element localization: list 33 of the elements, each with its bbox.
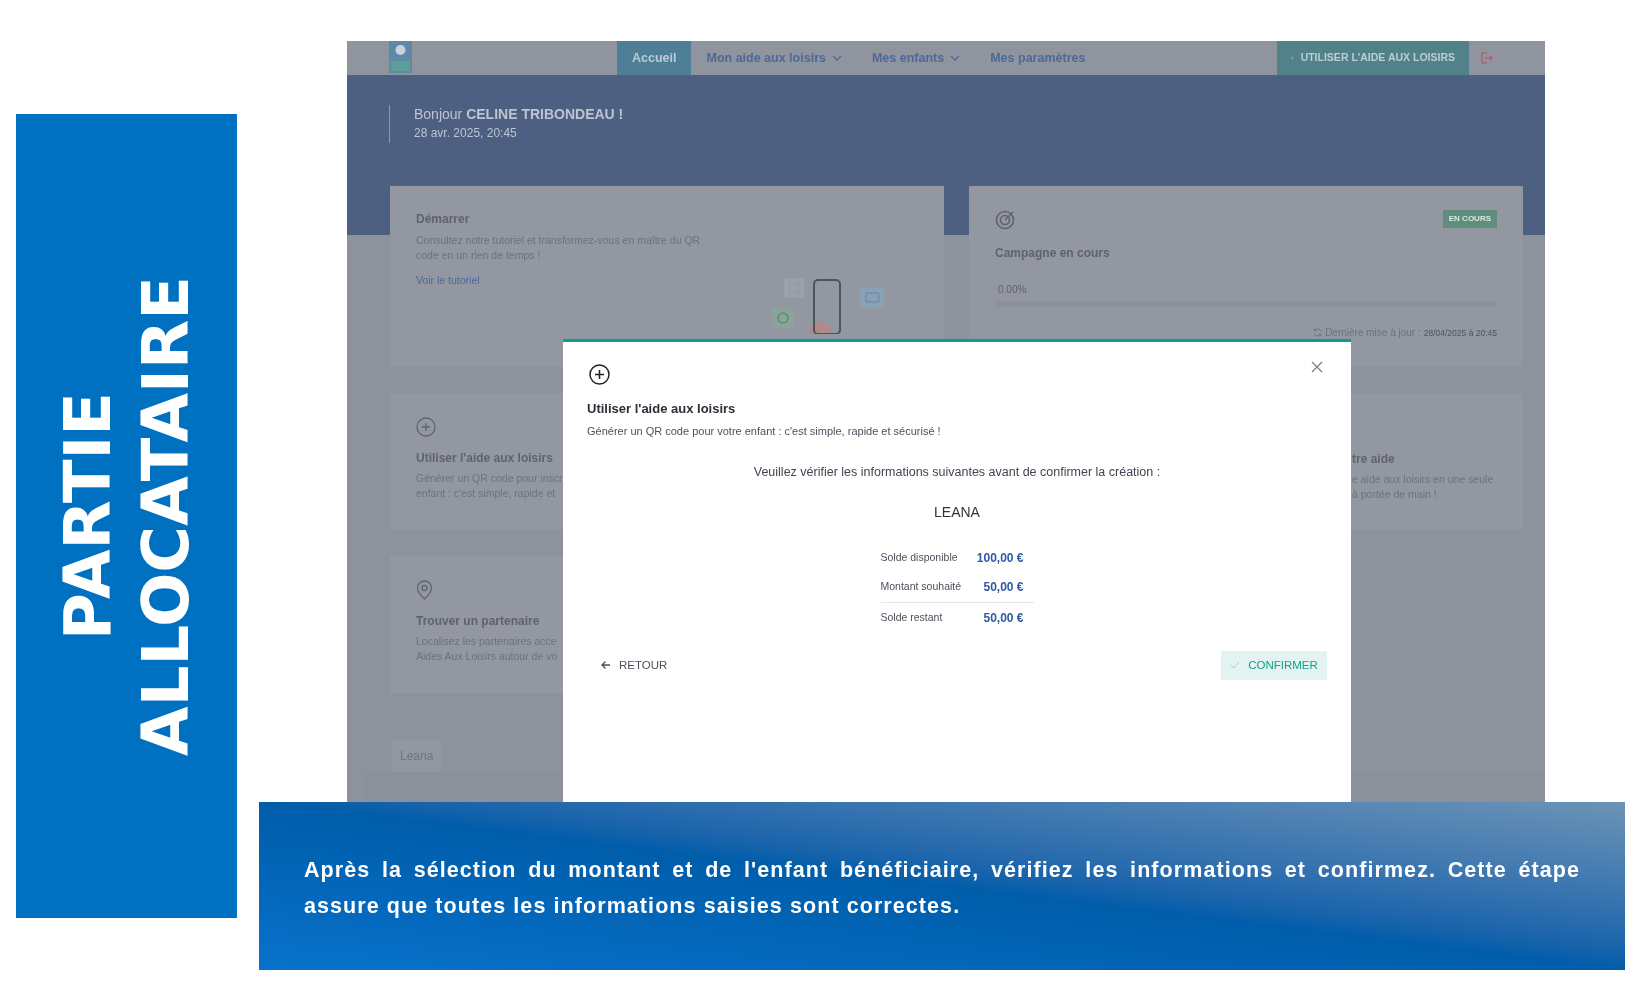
logo-icon (389, 41, 412, 73)
confirm-button[interactable]: CONFIRMER (1221, 650, 1327, 680)
row-label: Montant souhaité (880, 579, 962, 595)
close-icon[interactable] (1311, 361, 1323, 373)
caption-text: Après la sélection du montant et de l'enfant bénéficiaire, vérifiez les informations et confirmez. Cette étape assure que toutes les informations saisies sont correctes. (304, 857, 1580, 920)
use-aid-button[interactable]: UTILISER L'AIDE AUX LOISIRS (1277, 41, 1469, 75)
target-icon (995, 210, 1015, 230)
update-timestamp: 28/04/2025 à 20:45 (1423, 327, 1497, 340)
check-icon (1230, 661, 1241, 670)
refresh-icon (1313, 328, 1323, 337)
side-title: PARTIE ALLOCATAIRE (49, 275, 204, 758)
chevron-down-icon (950, 55, 961, 61)
row-value: 100,00 € (976, 549, 1024, 567)
tutorial-link[interactable]: Voir le tutoriel (416, 273, 918, 289)
row-value: 50,00 € (983, 609, 1024, 627)
chevron-down-icon (831, 55, 842, 61)
map-pin-icon (416, 580, 433, 600)
greeting-date: 28 avr. 2025, 20:45 (414, 125, 518, 142)
arrow-left-icon (601, 660, 611, 671)
instruction-text: Veuillez vérifier les informations suivantes avant de confirmer la création : (752, 464, 1162, 481)
row-label: Solde disponible (880, 549, 958, 565)
child-name: LEANA (933, 502, 981, 522)
nav-tab[interactable]: Mes paramètres (975, 41, 1101, 75)
nav-tab[interactable]: Mon aide aux loisirs (691, 41, 857, 75)
greeting: Bonjour CELINE TRIBONDEAU ! (414, 105, 624, 124)
status-badge: EN COURS (1442, 210, 1497, 228)
modal-subtitle: Générer un QR code pour votre enfant : c'est simple, rapide et sécurisé ! (587, 423, 942, 439)
nav-tab[interactable]: Mes enfants (856, 41, 976, 75)
row-label: Solde restant (880, 609, 943, 625)
modal-title: Utiliser l'aide aux loisirs (587, 400, 737, 418)
nav-tab[interactable]: Accueil (617, 41, 692, 75)
back-button[interactable]: RETOUR (601, 656, 668, 674)
row-value: 50,00 € (983, 579, 1024, 597)
